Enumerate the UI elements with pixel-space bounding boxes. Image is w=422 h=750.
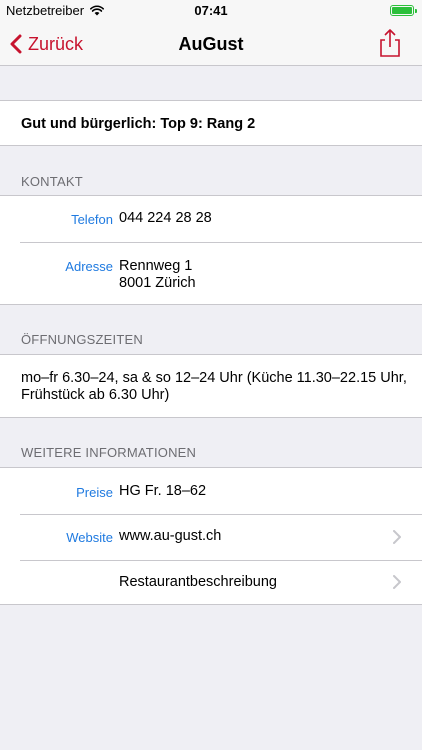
battery-level [392,7,412,14]
status-bar: Netzbetreiber 07:41 [0,0,422,22]
ranking-text: Gut und bürgerlich: Top 9: Rang 2 [21,116,256,132]
price-row: Preise HG Fr. 18–62 [0,468,422,514]
address-line-2: 8001 Zürich [119,275,196,291]
phone-label: Telefon [71,212,113,227]
ranking-group: Gut und bürgerlich: Top 9: Rang 2 [0,100,422,146]
price-value: HG Fr. 18–62 [119,483,207,499]
section-header-kontakt: KONTAKT [21,174,83,189]
address-value[interactable]: Rennweg 1 8001 Zürich [119,258,196,292]
website-row[interactable]: Website www.au-gust.ch [0,514,422,560]
battery-cap [415,9,417,13]
address-row[interactable]: Adresse Rennweg 1 8001 Zürich [0,242,422,304]
kontakt-group: Telefon 044 224 28 28 Adresse Rennweg 1 … [0,195,422,305]
hours-text: mo–fr 6.30–24, sa & so 12–24 Uhr (Küche … [21,370,407,404]
website-label: Website [66,530,113,545]
info-group: Preise HG Fr. 18–62 Website www.au-gust.… [0,467,422,605]
share-icon[interactable] [376,28,404,58]
status-time: 07:41 [194,3,228,18]
address-line-1: Rennweg 1 [119,258,193,274]
description-value[interactable]: Restaurantbeschreibung [119,574,277,591]
page-title: AuGust [178,34,244,54]
hours-line-2: Frühstück ab 6.30 Uhr) [21,387,170,403]
battery-icon [390,5,417,16]
section-header-info: WEITERE INFORMATIONEN [21,445,197,460]
phone-value[interactable]: 044 224 28 28 [119,210,212,227]
chevron-right-icon [393,575,401,589]
phone-row[interactable]: Telefon 044 224 28 28 [0,196,422,242]
chevron-right-icon [393,530,401,544]
website-value[interactable]: www.au-gust.ch [119,528,221,545]
navigation-bar: Zurück AuGust [0,22,422,66]
hours-line-1: mo–fr 6.30–24, sa & so 12–24 Uhr (Küche … [21,370,407,386]
price-label: Preise [76,485,113,500]
hours-group: mo–fr 6.30–24, sa & so 12–24 Uhr (Küche … [0,354,422,418]
description-row[interactable]: Restaurantbeschreibung [0,560,422,604]
address-label: Adresse [65,259,113,274]
section-header-hours: ÖFFNUNGSZEITEN [21,332,143,347]
